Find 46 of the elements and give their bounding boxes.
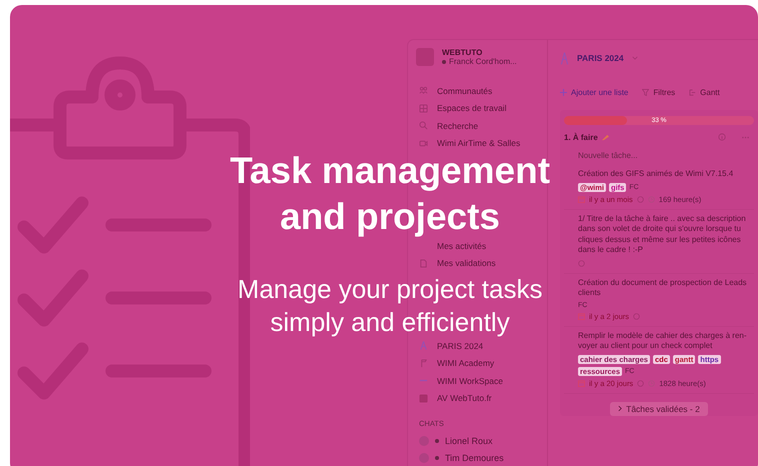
nav-item[interactable]: Wimi AirTime & Salles xyxy=(437,138,520,148)
space-item[interactable]: PARIS 2024 xyxy=(437,340,484,351)
chevron-down-icon xyxy=(632,56,638,60)
pencil-icon xyxy=(600,134,610,140)
nav-item[interactable]: Espaces de travail xyxy=(437,103,506,114)
nav-item[interactable]: Communautés xyxy=(437,86,492,96)
new-task-field[interactable]: Nouvelle tâche... xyxy=(578,149,728,161)
nav-item[interactable]: Mes activités xyxy=(437,240,486,251)
user-name: Franck Cord'hom... xyxy=(449,57,517,66)
avatar-icon xyxy=(419,453,429,464)
task-title: Remplir le modèle de cahier des charges à ren-voyer au client pour un check complet xyxy=(578,330,748,352)
grid-icon xyxy=(419,104,428,113)
status-dot xyxy=(435,438,439,443)
task-card[interactable]: 1/ Titre de la tâche à faire .. avec sa description dans son volet de droite qui s'ouvre lorsque tu cliques dessus et même sur les petites icônes dans le cadre ! :-P xyxy=(564,210,754,274)
flag-icon xyxy=(419,358,428,368)
nav-item[interactable]: Recherche xyxy=(437,120,478,131)
calendar-icon xyxy=(578,313,585,320)
chevron-right-icon xyxy=(618,405,622,412)
status-dot xyxy=(442,60,446,64)
people-icon xyxy=(419,86,428,96)
document-icon xyxy=(419,258,428,268)
status-dot xyxy=(435,456,439,460)
chat-item[interactable]: Lionel Roux xyxy=(445,436,493,446)
list-title: 1. À faire xyxy=(564,132,598,142)
space-item[interactable]: WIMI WorkSpace xyxy=(437,376,503,386)
video-icon xyxy=(419,138,428,148)
toolbar-button[interactable]: Ajouter une liste xyxy=(571,88,628,96)
space-item[interactable]: WIMI Academy xyxy=(437,358,494,368)
plus-icon xyxy=(560,88,567,96)
toolbar-button[interactable]: Filtres xyxy=(653,88,676,96)
task-title: 1/ Titre de la tâche à faire .. avec sa description dans son volet de droite qui s'ouvre lorsque tu cliques dessus et même sur les petites icônes dans le cadre ! :-P xyxy=(578,214,747,256)
nav-item[interactable]: Mes validations xyxy=(437,258,496,268)
chat-item[interactable]: Tim Demoures xyxy=(445,453,504,464)
avatar-icon xyxy=(419,436,429,446)
calendar-icon xyxy=(578,196,585,203)
task-title: Création des GIFS animés de Wimi V7.15.4 xyxy=(578,169,734,180)
logo-icon xyxy=(419,394,428,403)
calendar-icon xyxy=(578,380,585,387)
task-title: Création du document de prospection de Leads clients xyxy=(578,278,748,298)
validated-tasks-toggle[interactable]: Tâches validées - 2 xyxy=(610,402,708,416)
filter-icon xyxy=(642,88,650,96)
toolbar-button[interactable]: Gantt xyxy=(700,88,720,96)
search-icon xyxy=(419,121,428,130)
board-title[interactable]: PARIS 2024 xyxy=(577,53,624,63)
space-item[interactable]: AV WebTuto.fr xyxy=(437,393,492,404)
workspace-name: WEBTUTO xyxy=(442,48,484,57)
